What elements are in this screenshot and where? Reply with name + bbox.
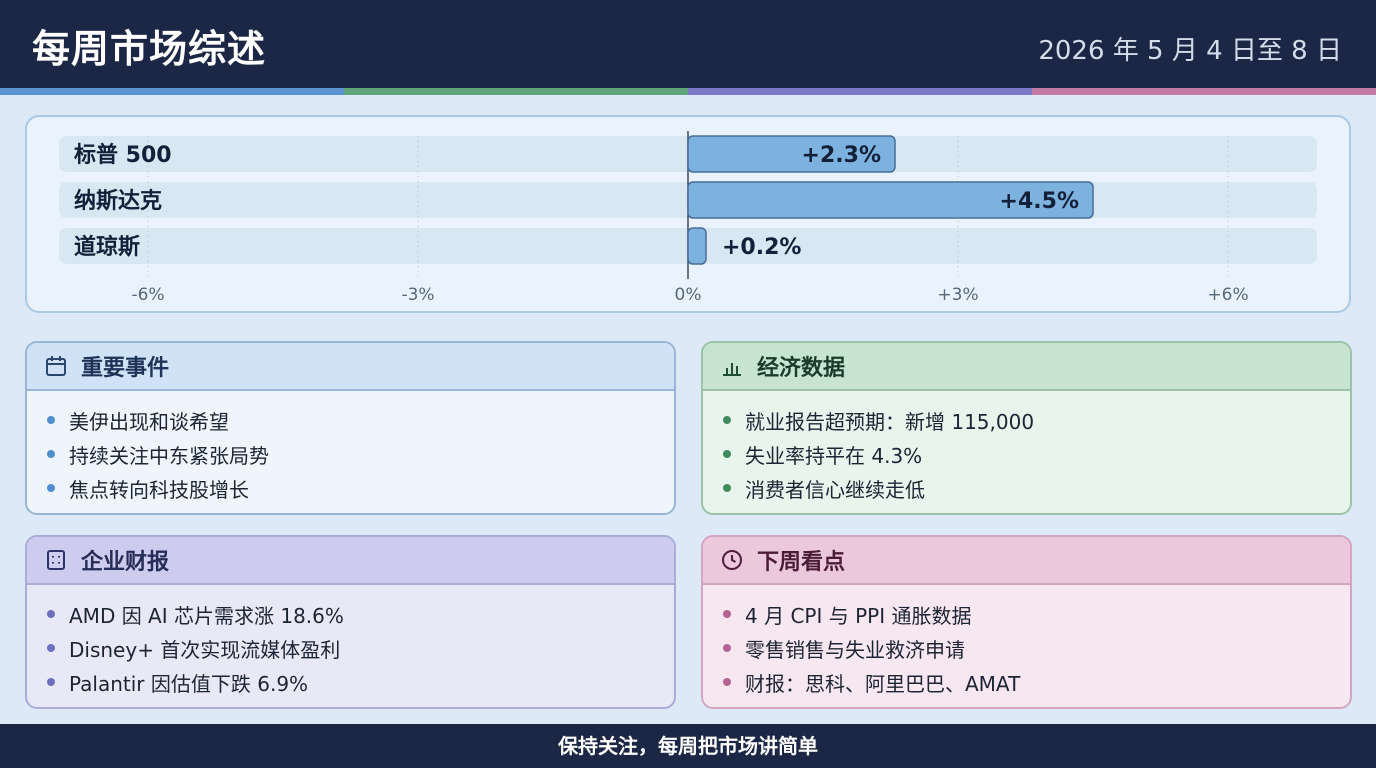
list-item-text: Disney+ 首次实现流媒体盈利 bbox=[69, 637, 341, 662]
accent-stripe-pink bbox=[1032, 88, 1376, 95]
card-header: 重要事件 bbox=[27, 343, 674, 391]
list-item: 失业率持平在 4.3% bbox=[723, 437, 1350, 471]
bullet-dot bbox=[47, 484, 55, 492]
calendar-icon bbox=[43, 353, 69, 379]
list-item-text: 就业报告超预期：新增 115,000 bbox=[745, 409, 1035, 434]
list-item: 财报：思科、阿里巴巴、AMAT bbox=[723, 665, 1350, 699]
accent-stripe-purple bbox=[688, 88, 1032, 95]
footer-text: 保持关注，每周把市场讲简单 bbox=[558, 734, 818, 758]
card-earnings: 企业财报 AMD 因 AI 芯片需求涨 18.6% Disney+ 首次实现流媒… bbox=[25, 535, 676, 709]
footer-bar: 保持关注，每周把市场讲简单 bbox=[0, 724, 1376, 768]
list-item: Palantir 因估值下跌 6.9% bbox=[47, 665, 674, 699]
card-title: 下周看点 bbox=[757, 550, 846, 575]
card-list: 就业报告超预期：新增 115,000 失业率持平在 4.3% 消费者信心继续走低 bbox=[703, 391, 1350, 505]
list-item: Disney+ 首次实现流媒体盈利 bbox=[47, 631, 674, 665]
tick-label: -3% bbox=[401, 285, 434, 305]
card-title: 经济数据 bbox=[757, 356, 846, 381]
list-item: 4 月 CPI 与 PPI 通胀数据 bbox=[723, 597, 1350, 631]
list-item-text: Palantir 因估值下跌 6.9% bbox=[69, 671, 309, 696]
bullet-dot bbox=[47, 610, 55, 618]
category-label: 标普 500 bbox=[74, 142, 172, 168]
list-item-text: 4 月 CPI 与 PPI 通胀数据 bbox=[745, 603, 972, 628]
card-header: 下周看点 bbox=[703, 537, 1350, 585]
list-item: 就业报告超预期：新增 115,000 bbox=[723, 403, 1350, 437]
accent-stripe-green bbox=[344, 88, 688, 95]
bullet-dot bbox=[723, 678, 731, 686]
card-key-events: 重要事件 美伊出现和谈希望 持续关注中东紧张局势 焦点转向科技股增长 bbox=[25, 341, 676, 515]
building-icon bbox=[43, 547, 69, 573]
bullet-dot bbox=[47, 644, 55, 652]
list-item: 零售销售与失业救济申请 bbox=[723, 631, 1350, 665]
date-range: 2026 年 5 月 4 日至 8 日 bbox=[1038, 36, 1342, 66]
bar-chart-icon bbox=[719, 353, 745, 379]
list-item: 持续关注中东紧张局势 bbox=[47, 437, 674, 471]
list-item: 美伊出现和谈希望 bbox=[47, 403, 674, 437]
bar bbox=[687, 227, 707, 265]
card-header: 企业财报 bbox=[27, 537, 674, 585]
list-item-text: AMD 因 AI 芯片需求涨 18.6% bbox=[69, 603, 344, 628]
list-item: AMD 因 AI 芯片需求涨 18.6% bbox=[47, 597, 674, 631]
card-economic-data: 经济数据 就业报告超预期：新增 115,000 失业率持平在 4.3% 消费者信… bbox=[701, 341, 1352, 515]
bullet-dot bbox=[723, 450, 731, 458]
header-bar: 每周市场综述 2026 年 5 月 4 日至 8 日 bbox=[0, 0, 1376, 88]
bullet-dot bbox=[723, 484, 731, 492]
card-title: 企业财报 bbox=[81, 550, 170, 575]
tick-label: +3% bbox=[937, 285, 978, 305]
list-item-text: 消费者信心继续走低 bbox=[745, 477, 925, 502]
value-label: +0.2% bbox=[722, 235, 801, 260]
list-item: 消费者信心继续走低 bbox=[723, 471, 1350, 505]
list-item-text: 零售销售与失业救济申请 bbox=[745, 637, 965, 662]
category-label: 道琼斯 bbox=[74, 234, 140, 260]
card-title: 重要事件 bbox=[81, 356, 170, 381]
bullet-dot bbox=[723, 610, 731, 618]
card-list: 4 月 CPI 与 PPI 通胀数据 零售销售与失业救济申请 财报：思科、阿里巴… bbox=[703, 585, 1350, 699]
tick-label: 0% bbox=[675, 285, 702, 305]
tick-label: +6% bbox=[1207, 285, 1248, 305]
card-next-week: 下周看点 4 月 CPI 与 PPI 通胀数据 零售销售与失业救济申请 财报：思… bbox=[701, 535, 1352, 709]
bullet-dot bbox=[723, 644, 731, 652]
bullet-dot bbox=[723, 416, 731, 424]
card-header: 经济数据 bbox=[703, 343, 1350, 391]
value-label: +4.5% bbox=[1000, 189, 1079, 214]
list-item-text: 美伊出现和谈希望 bbox=[69, 409, 229, 434]
list-item: 焦点转向科技股增长 bbox=[47, 471, 674, 505]
card-list: AMD 因 AI 芯片需求涨 18.6% Disney+ 首次实现流媒体盈利 P… bbox=[27, 585, 674, 699]
bullet-dot bbox=[47, 678, 55, 686]
clock-icon bbox=[719, 547, 745, 573]
tick-label: -6% bbox=[131, 285, 164, 305]
bullet-dot bbox=[47, 416, 55, 424]
value-label: +2.3% bbox=[802, 143, 881, 168]
category-label: 纳斯达克 bbox=[74, 188, 162, 214]
index-performance-chart: 标普 500 +2.3% 纳斯达克 +4.5% 道琼斯 +0.2% -6% -3% 0% +3% +… bbox=[25, 115, 1351, 313]
list-item-text: 焦点转向科技股增长 bbox=[69, 477, 249, 502]
list-item-text: 持续关注中东紧张局势 bbox=[69, 443, 269, 468]
list-item-text: 失业率持平在 4.3% bbox=[745, 443, 923, 468]
list-item-text: 财报：思科、阿里巴巴、AMAT bbox=[745, 671, 1021, 696]
index-bar-chart: 标普 500 +2.3% 纳斯达克 +4.5% 道琼斯 +0.2% -6% -3% 0% +3% +… bbox=[59, 131, 1317, 305]
bullet-dot bbox=[47, 450, 55, 458]
card-list: 美伊出现和谈希望 持续关注中东紧张局势 焦点转向科技股增长 bbox=[27, 391, 674, 505]
page-title: 每周市场综述 bbox=[32, 27, 267, 71]
accent-stripe-blue bbox=[0, 88, 344, 95]
